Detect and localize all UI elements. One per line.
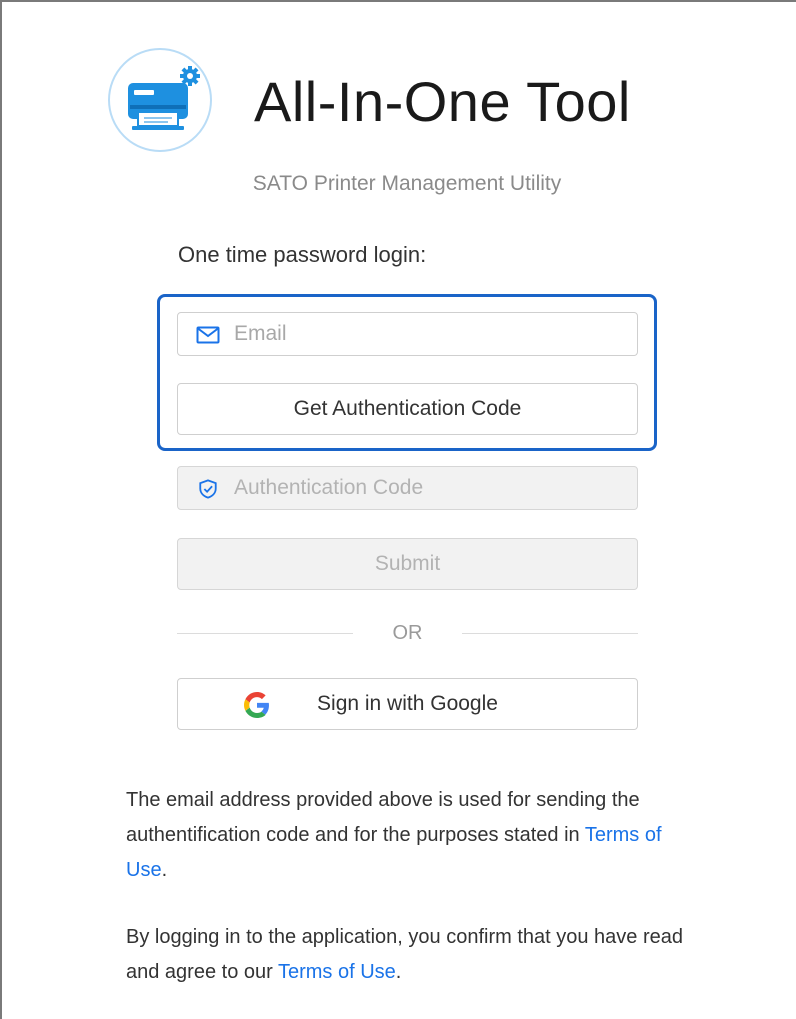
app-window: All-In-One Tool SATO Printer Management … xyxy=(0,0,796,1019)
printer-gear-icon xyxy=(128,66,200,130)
email-input[interactable] xyxy=(234,313,624,355)
email-usage-suffix: . xyxy=(161,859,168,881)
consent-text: By logging in to the application, you co… xyxy=(126,926,684,983)
email-usage-note: The email address provided above is used… xyxy=(126,783,706,888)
authentication-code-input[interactable] xyxy=(234,467,624,509)
otp-login-heading: One time password login: xyxy=(178,242,427,267)
get-authentication-code-button[interactable]: Get Authentication Code xyxy=(177,383,638,435)
submit-button[interactable]: Submit xyxy=(177,538,638,590)
divider-left xyxy=(177,633,353,634)
email-usage-text: The email address provided above is used… xyxy=(126,789,640,846)
or-divider-label: OR xyxy=(392,622,423,644)
divider-right xyxy=(462,633,638,634)
mail-icon xyxy=(196,326,220,344)
shield-check-icon xyxy=(199,479,217,499)
email-field[interactable] xyxy=(177,312,638,356)
app-logo xyxy=(108,48,212,152)
app-title: All-In-One Tool xyxy=(254,70,631,133)
app-subtitle: SATO Printer Management Utility xyxy=(252,172,562,195)
terms-of-use-link-2[interactable]: Terms of Use xyxy=(278,961,396,983)
authentication-code-field[interactable] xyxy=(177,466,638,510)
google-button-label: Sign in with Google xyxy=(317,692,498,715)
sign-in-with-google-button[interactable]: Sign in with Google xyxy=(177,678,638,730)
consent-suffix: . xyxy=(395,961,402,983)
consent-note: By logging in to the application, you co… xyxy=(126,920,706,990)
